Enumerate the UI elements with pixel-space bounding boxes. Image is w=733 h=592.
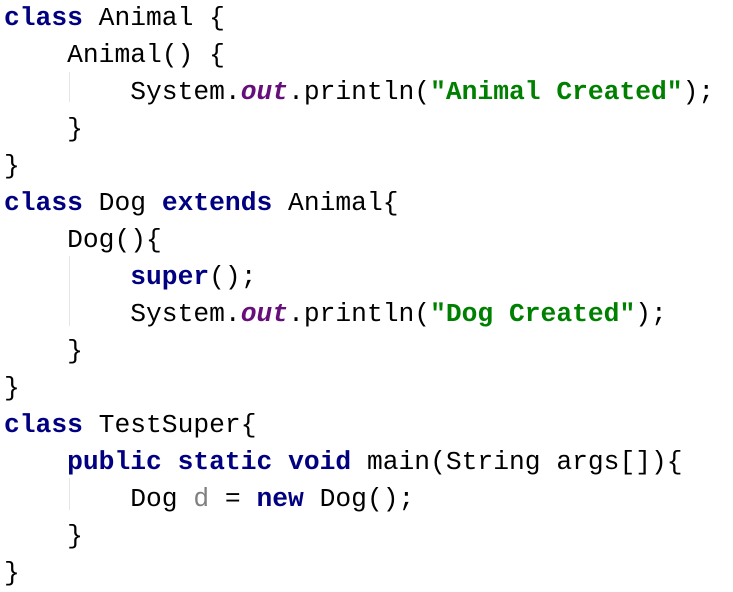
keyword-token: class: [4, 188, 83, 218]
code-line[interactable]: Dog(){: [4, 222, 714, 259]
code-text: System.: [4, 299, 241, 329]
code-text: Animal {: [82, 3, 225, 33]
code-text: .println(: [288, 299, 431, 329]
code-text: }: [4, 373, 20, 403]
code-line[interactable]: }: [4, 148, 714, 185]
unused-variable-token: d: [193, 484, 210, 514]
indent-guide: [69, 72, 70, 102]
string-literal: "Animal Created": [430, 77, 683, 107]
keyword-token: super: [130, 262, 210, 292]
code-line[interactable]: class Dog extends Animal{: [4, 185, 714, 222]
code-text: System.: [4, 77, 241, 107]
code-line[interactable]: super();: [4, 259, 714, 296]
field-token: out: [240, 299, 289, 329]
code-line[interactable]: Dog d = new Dog();: [4, 481, 714, 518]
string-literal: "Dog Created": [430, 299, 636, 329]
code-text: }: [4, 336, 83, 366]
code-text: TestSuper{: [82, 410, 257, 440]
code-text: }: [4, 114, 83, 144]
code-line[interactable]: }: [4, 370, 714, 407]
keyword-token: static: [177, 447, 273, 477]
keyword-token: void: [288, 447, 352, 477]
indent-guide: [69, 478, 70, 510]
code-line[interactable]: System.out.println("Dog Created");: [4, 296, 714, 333]
code-line[interactable]: }: [4, 333, 714, 370]
code-line[interactable]: class Animal {: [4, 0, 714, 37]
code-text: }: [4, 151, 20, 181]
keyword-token: new: [256, 484, 304, 514]
code-line[interactable]: class TestSuper{: [4, 407, 714, 444]
code-text: Dog(){: [4, 225, 162, 255]
keyword-token: public: [67, 447, 162, 477]
code-line[interactable]: }: [4, 518, 714, 555]
code-text: Dog: [4, 484, 194, 514]
code-line[interactable]: }: [4, 555, 714, 592]
keyword-token: extends: [161, 188, 273, 218]
code-text: =: [209, 484, 257, 514]
field-token: out: [240, 77, 289, 107]
indent-guide: [69, 256, 70, 326]
code-text: ();: [209, 262, 257, 292]
keyword-token: class: [4, 410, 83, 440]
code-text: Dog();: [303, 484, 415, 514]
code-line[interactable]: }: [4, 111, 714, 148]
code-text: main(String args[]){: [351, 447, 683, 477]
code-text: }: [4, 558, 20, 588]
code-text: Dog: [82, 188, 162, 218]
code-line[interactable]: Animal() {: [4, 37, 714, 74]
code-text: Animal() {: [4, 40, 225, 70]
code-text: .println(: [288, 77, 431, 107]
keyword-token: class: [4, 3, 83, 33]
code-text: );: [635, 299, 667, 329]
code-line[interactable]: public static void main(String args[]){: [4, 444, 714, 481]
code-text: }: [4, 521, 83, 551]
code-editor[interactable]: class Animal { Animal() { System.out.pri…: [4, 0, 714, 592]
code-line[interactable]: System.out.println("Animal Created");: [4, 74, 714, 111]
code-text: Animal{: [272, 188, 399, 218]
code-text: );: [682, 77, 715, 107]
